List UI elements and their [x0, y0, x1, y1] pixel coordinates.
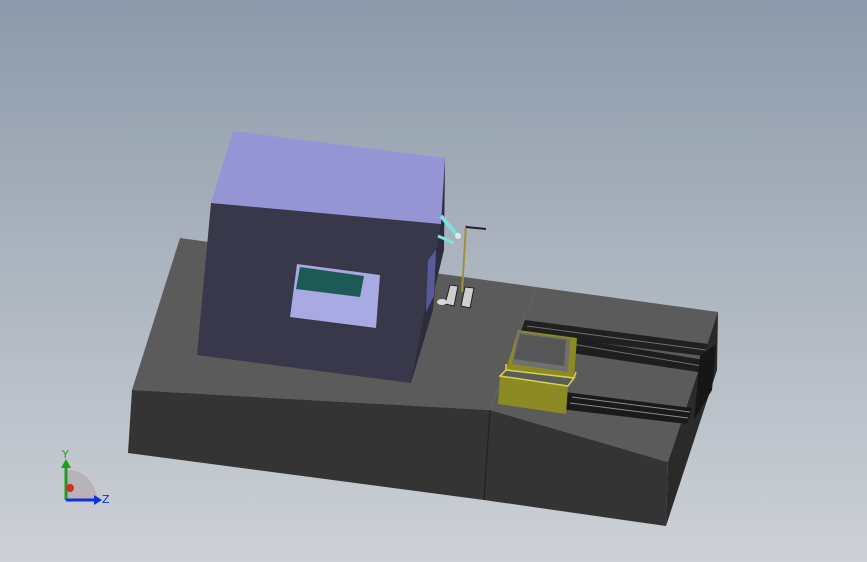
- reference-triad: Y Z: [61, 448, 110, 506]
- triad-z-label: Z: [102, 493, 110, 506]
- pedal-base: [437, 299, 447, 305]
- enclosure-cube[interactable]: [197, 131, 445, 383]
- front-window: [290, 264, 380, 328]
- arm-crossbar: [465, 226, 487, 230]
- 3d-model-scene[interactable]: Y Z: [0, 0, 867, 562]
- triad-z-arrow: [94, 495, 102, 505]
- triad-y-label: Y: [61, 448, 69, 461]
- triad-x-dot: [66, 484, 74, 492]
- cad-viewport[interactable]: Y Z: [0, 0, 867, 562]
- arm-joint: [455, 233, 461, 239]
